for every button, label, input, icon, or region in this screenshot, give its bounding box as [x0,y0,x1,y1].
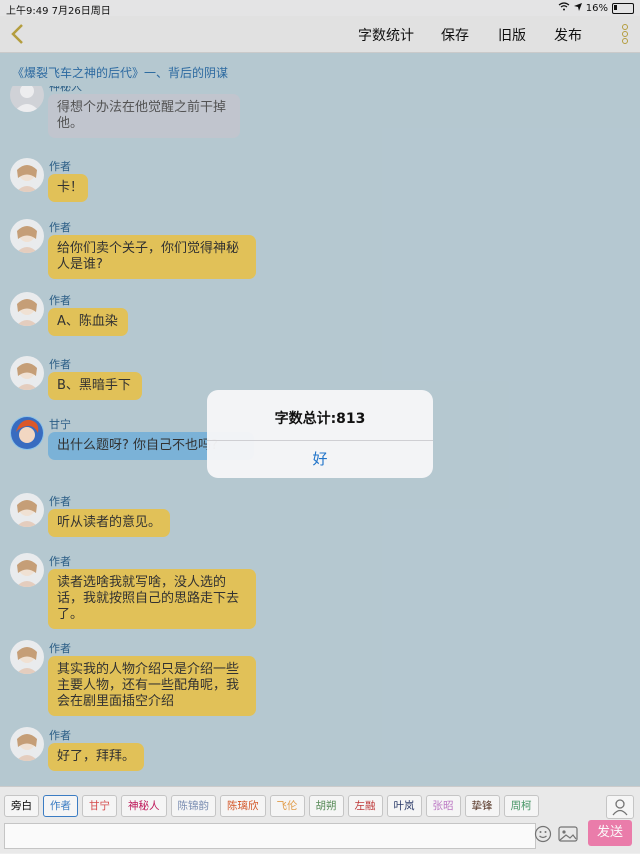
alert-ok-button[interactable]: 好 [207,441,433,478]
word-count-alert: 字数总计:813 好 [207,390,433,478]
alert-title: 字数总计:813 [274,411,366,427]
